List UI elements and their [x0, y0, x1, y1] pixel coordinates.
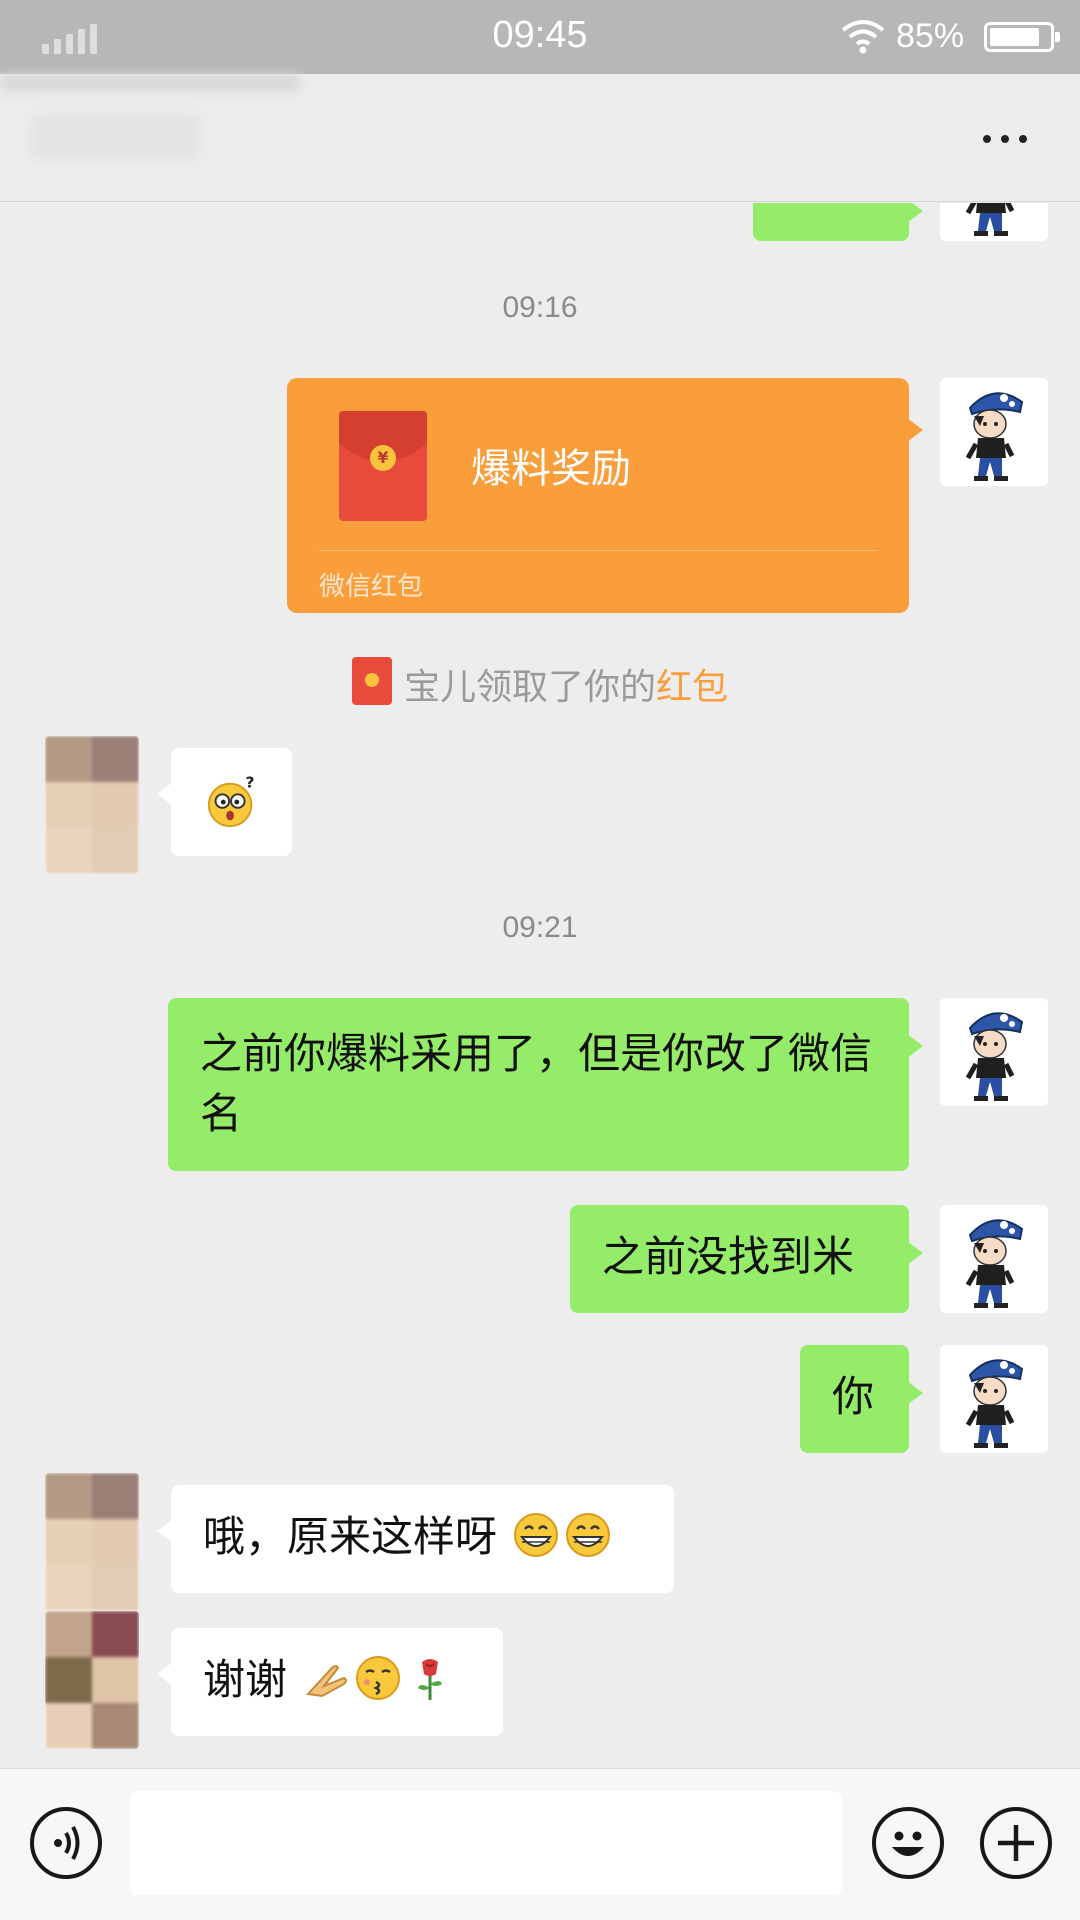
my-avatar[interactable]	[940, 378, 1048, 486]
chat-area[interactable]: 09:16 ¥ 爆料奖励 微信红包 宝儿领取了你的红包 ? 09:21 之前你爆…	[0, 203, 1080, 1768]
message-text: 谢谢	[203, 1655, 288, 1704]
plus-button[interactable]	[980, 1807, 1052, 1879]
red-packet-card[interactable]: ¥ 爆料奖励 微信红包	[287, 378, 923, 613]
grin-emoji-icon	[514, 1513, 559, 1557]
battery-percent: 85%	[896, 17, 965, 55]
emoji-icon	[892, 1831, 924, 1856]
blurred-contact-name	[30, 114, 200, 160]
message-bubble-partial[interactable]	[753, 203, 923, 241]
message-text: 哦，原来这样呀	[203, 1512, 498, 1561]
message-text: 之前你爆料采用了，但是你改了微信名	[200, 1029, 873, 1138]
my-avatar[interactable]	[940, 1345, 1048, 1453]
contact-avatar[interactable]	[45, 1611, 139, 1749]
system-note: 宝儿领取了你的红包	[0, 657, 1080, 710]
more-dots-icon	[983, 135, 991, 143]
message-bubble-sent[interactable]: 之前没找到米	[570, 1205, 923, 1313]
wifi-icon	[841, 20, 885, 54]
surprised-emoji-icon: ?	[207, 774, 255, 828]
timestamp: 09:21	[502, 911, 578, 944]
voice-icon	[54, 1826, 80, 1860]
message-bubble-received[interactable]: 谢谢	[157, 1628, 503, 1736]
grin-emoji-icon	[566, 1513, 611, 1557]
emoji-button[interactable]	[872, 1807, 944, 1879]
blurred-region	[0, 74, 300, 92]
voice-button[interactable]	[30, 1807, 102, 1879]
contact-avatar[interactable]	[45, 1473, 139, 1611]
contact-avatar[interactable]	[45, 736, 139, 874]
divider	[319, 550, 877, 551]
nav-bar	[0, 74, 1080, 202]
red-packet-title: 爆料奖励	[471, 446, 631, 492]
message-bubble-sent[interactable]: 你	[800, 1345, 923, 1453]
my-avatar[interactable]	[940, 1205, 1048, 1313]
more-button[interactable]	[970, 124, 1040, 154]
message-text: 之前没找到米	[602, 1232, 855, 1281]
battery-icon	[984, 22, 1060, 52]
my-avatar[interactable]	[940, 998, 1048, 1106]
plus-icon	[998, 1825, 1034, 1861]
message-bubble-received[interactable]: 哦，原来这样呀	[157, 1485, 674, 1593]
svg-text:?: ?	[246, 774, 255, 792]
red-packet-brand: 微信红包	[319, 572, 424, 602]
kiss-emoji-icon	[356, 1656, 401, 1700]
status-bar: 09:45 85%	[0, 0, 1080, 74]
red-envelope-icon: ¥	[339, 411, 427, 521]
message-text: 你	[832, 1372, 875, 1421]
input-bar	[0, 1768, 1080, 1920]
rose-icon	[418, 1659, 443, 1700]
message-bubble-sent[interactable]: 之前你爆料采用了，但是你改了微信名	[168, 998, 923, 1171]
clap-hands-icon	[306, 1665, 348, 1698]
red-packet-link[interactable]: 红包	[656, 667, 728, 708]
red-envelope-icon	[351, 657, 392, 705]
my-avatar[interactable]	[940, 203, 1048, 241]
message-bubble-emoji[interactable]: ?	[157, 748, 292, 856]
message-input[interactable]	[130, 1791, 842, 1895]
timestamp: 09:16	[502, 291, 578, 324]
